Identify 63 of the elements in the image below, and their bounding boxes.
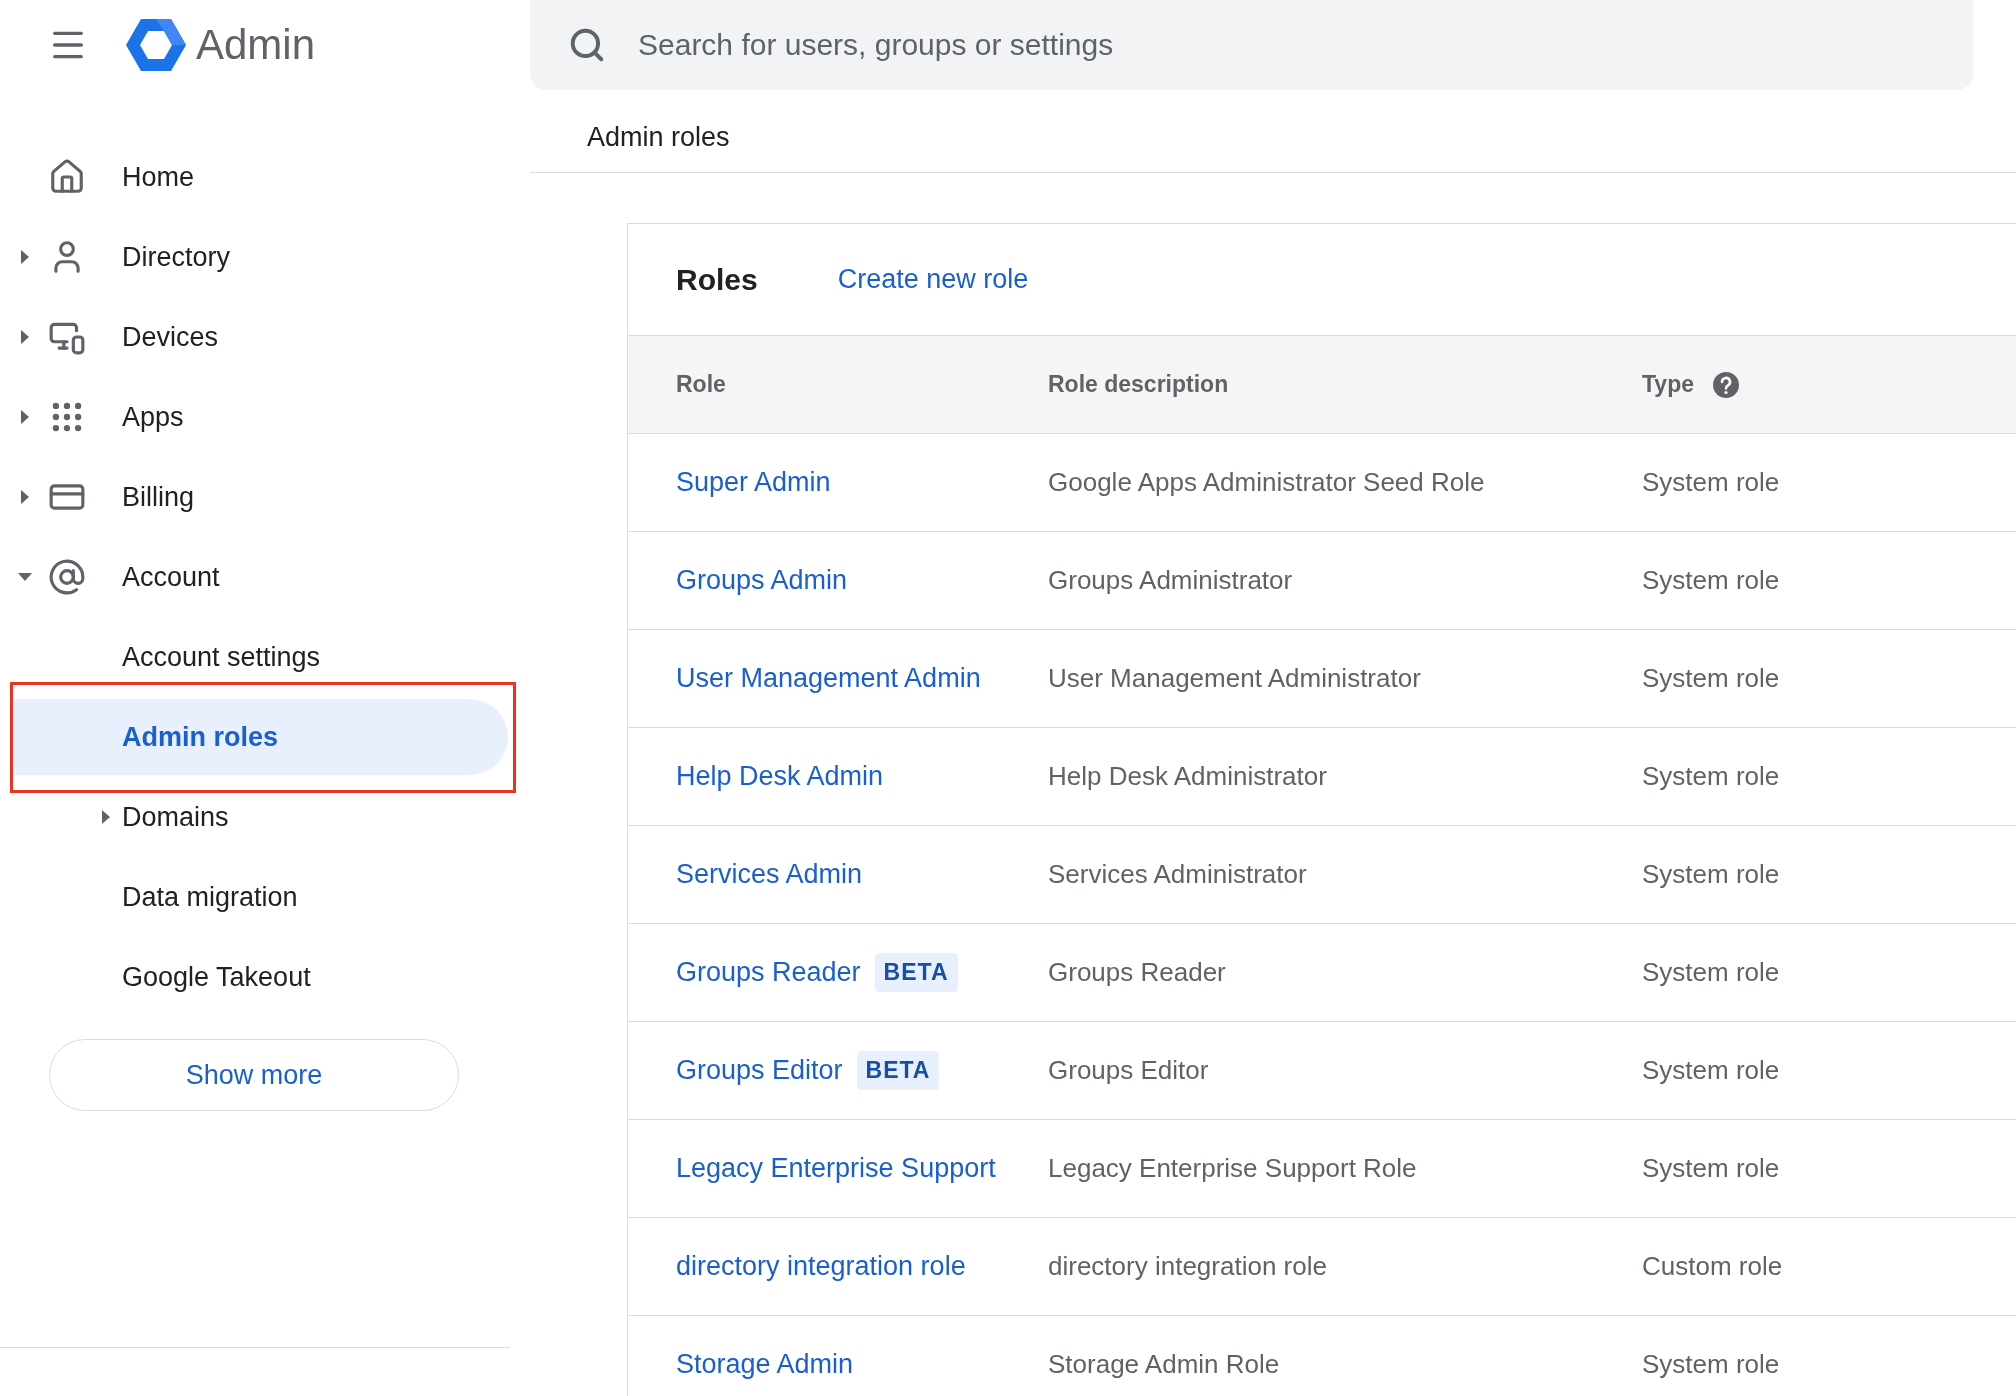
home-icon bbox=[48, 158, 86, 196]
caret-icon bbox=[21, 330, 29, 344]
table-cell-text: Groups Reader bbox=[1048, 957, 1227, 988]
role-link[interactable]: Help Desk Admin bbox=[676, 761, 884, 792]
caret-icon bbox=[21, 250, 29, 264]
caret-icon bbox=[21, 490, 29, 504]
at-sign-icon bbox=[48, 558, 86, 596]
table-cell-text: System role bbox=[1642, 1349, 1781, 1380]
table-cell-text: Help Desk Administrator bbox=[1048, 761, 1328, 792]
sidebar-item[interactable]: Home bbox=[0, 137, 530, 217]
table-cell-text: System role bbox=[1642, 663, 1781, 694]
column-header: Role description bbox=[1048, 371, 1230, 398]
table-cell-text: Groups Editor bbox=[1048, 1055, 1210, 1086]
caret-icon bbox=[21, 410, 29, 424]
column-header: Type bbox=[1642, 371, 1694, 398]
caret-icon bbox=[18, 573, 32, 581]
table-cell-text: Groups Administrator bbox=[1048, 565, 1294, 596]
sidebar-item[interactable]: Devices bbox=[0, 297, 530, 377]
role-link[interactable]: Groups Editor bbox=[676, 1055, 843, 1086]
table-cell-text: Storage Admin Role bbox=[1048, 1349, 1281, 1380]
search-input[interactable]: Search for users, groups or settings bbox=[636, 27, 1973, 63]
table-cell-text: Legacy Enterprise Support Role bbox=[1048, 1153, 1418, 1184]
beta-tag: BETA bbox=[874, 953, 958, 992]
role-link[interactable]: directory integration role bbox=[676, 1251, 966, 1282]
show-more-button[interactable]: Show more bbox=[49, 1039, 459, 1111]
table-cell-text: System role bbox=[1642, 761, 1781, 792]
sidebar-subitem[interactable]: Google Takeout bbox=[0, 937, 530, 1017]
table-cell-text: System role bbox=[1642, 1055, 1781, 1086]
sidebar-item[interactable]: Apps bbox=[0, 377, 530, 457]
card-title: Roles bbox=[676, 262, 758, 297]
table-cell-text: System role bbox=[1642, 859, 1781, 890]
page-title: Admin roles bbox=[587, 121, 730, 153]
table-cell-text: Google Apps Administrator Seed Role bbox=[1048, 467, 1486, 498]
create-role-link[interactable]: Create new role bbox=[837, 264, 1029, 295]
caret-icon bbox=[102, 810, 110, 824]
role-link[interactable]: Groups Reader bbox=[676, 957, 861, 988]
column-header: Role bbox=[676, 371, 727, 398]
table-cell-text: System role bbox=[1642, 1153, 1781, 1184]
table-cell-text: directory integration role bbox=[1048, 1251, 1328, 1282]
table-cell-text: Custom role bbox=[1642, 1251, 1784, 1282]
beta-tag: BETA bbox=[856, 1051, 940, 1090]
role-link[interactable]: Storage Admin bbox=[676, 1349, 854, 1380]
sidebar-subitem[interactable]: Account settings bbox=[0, 617, 530, 697]
table-cell-text: System role bbox=[1642, 957, 1781, 988]
sidebar-item[interactable]: Directory bbox=[0, 217, 530, 297]
table-cell-text: Services Administrator bbox=[1048, 859, 1308, 890]
search-field[interactable]: Search for users, groups or settings bbox=[530, 0, 1973, 90]
sidebar-subitem[interactable]: Domains bbox=[0, 777, 530, 857]
help-icon[interactable] bbox=[1712, 370, 1740, 399]
sidebar-item[interactable]: Account bbox=[0, 537, 530, 617]
table-cell-text: System role bbox=[1642, 565, 1781, 596]
role-link[interactable]: Groups Admin bbox=[676, 565, 848, 596]
product-name: Admin bbox=[196, 21, 316, 69]
role-link[interactable]: Legacy Enterprise Support bbox=[676, 1153, 996, 1184]
hexagon-logo-icon bbox=[126, 17, 186, 73]
sidebar-item[interactable]: Billing bbox=[0, 457, 530, 537]
search-icon bbox=[568, 26, 606, 64]
sidebar-subitem[interactable]: Data migration bbox=[0, 857, 530, 937]
role-link[interactable]: User Management Admin bbox=[676, 663, 981, 694]
table-cell-text: System role bbox=[1642, 467, 1781, 498]
role-link[interactable]: Super Admin bbox=[676, 467, 831, 498]
role-link[interactable]: Services Admin bbox=[676, 859, 863, 890]
table-cell-text: User Management Administrator bbox=[1048, 663, 1422, 694]
